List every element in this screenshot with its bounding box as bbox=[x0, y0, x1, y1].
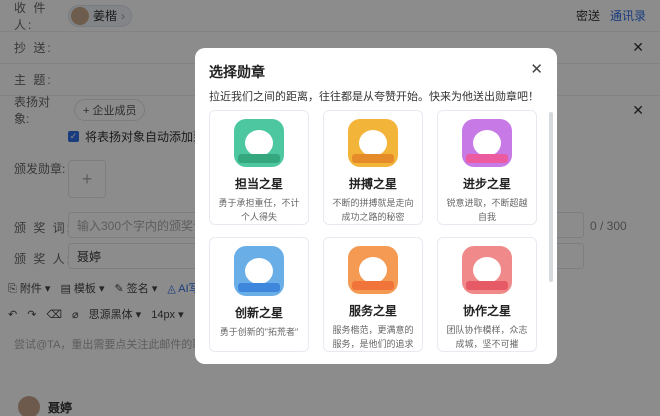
modal-subtitle: 拉近我们之间的距离，往往都是从夸赞开始。快来为他送出勋章吧！ bbox=[209, 91, 539, 103]
badge-icon bbox=[462, 246, 512, 294]
badge-desc: 勇于承担重任，不计个人得失 bbox=[218, 198, 300, 222]
badge-name: 服务之星 bbox=[348, 304, 397, 318]
badge-card[interactable]: 拼搏之星 不断的拼搏就是走向成功之路的秘密 bbox=[323, 110, 423, 225]
close-icon[interactable]: ✕ bbox=[530, 60, 543, 78]
badge-desc: 不断的拼搏就是走向成功之路的秘密 bbox=[332, 198, 414, 222]
scrollbar[interactable] bbox=[549, 112, 553, 282]
badge-card[interactable]: 服务之星 服务楷范，更满意的服务，是他们的追求 bbox=[323, 237, 423, 352]
badge-card[interactable]: 担当之星 勇于承担重任，不计个人得失 bbox=[209, 110, 309, 225]
badge-icon bbox=[462, 119, 512, 167]
badge-desc: 勇于创新的"拓荒者" bbox=[219, 327, 299, 337]
badge-name: 进步之星 bbox=[462, 177, 511, 191]
modal-title: 选择勋章 bbox=[209, 64, 265, 80]
badge-grid: 担当之星 勇于承担重任，不计个人得失 拼搏之星 不断的拼搏就是走向成功之路的秘密… bbox=[209, 110, 537, 352]
badge-name: 担当之星 bbox=[234, 177, 283, 191]
badge-name: 拼搏之星 bbox=[348, 177, 397, 191]
medal-modal: 选择勋章 ✕ 拉近我们之间的距离，往往都是从夸赞开始。快来为他送出勋章吧！ 担当… bbox=[195, 48, 557, 364]
badge-card[interactable]: 创新之星 勇于创新的"拓荒者" bbox=[209, 237, 309, 352]
badge-icon bbox=[348, 119, 398, 167]
badge-desc: 团队协作模样，众志成城，坚不可摧 bbox=[446, 325, 528, 349]
badge-desc: 服务楷范，更满意的服务，是他们的追求 bbox=[332, 325, 414, 349]
badge-icon bbox=[234, 119, 284, 167]
badge-card[interactable]: 进步之星 锐意进取，不断超越自我 bbox=[437, 110, 537, 225]
badge-icon bbox=[234, 246, 284, 296]
badge-name: 协作之星 bbox=[462, 304, 511, 318]
badge-name: 创新之星 bbox=[234, 306, 283, 320]
badge-desc: 锐意进取，不断超越自我 bbox=[446, 198, 528, 222]
badge-icon bbox=[348, 246, 398, 294]
badge-card[interactable]: 协作之星 团队协作模样，众志成城，坚不可摧 bbox=[437, 237, 537, 352]
